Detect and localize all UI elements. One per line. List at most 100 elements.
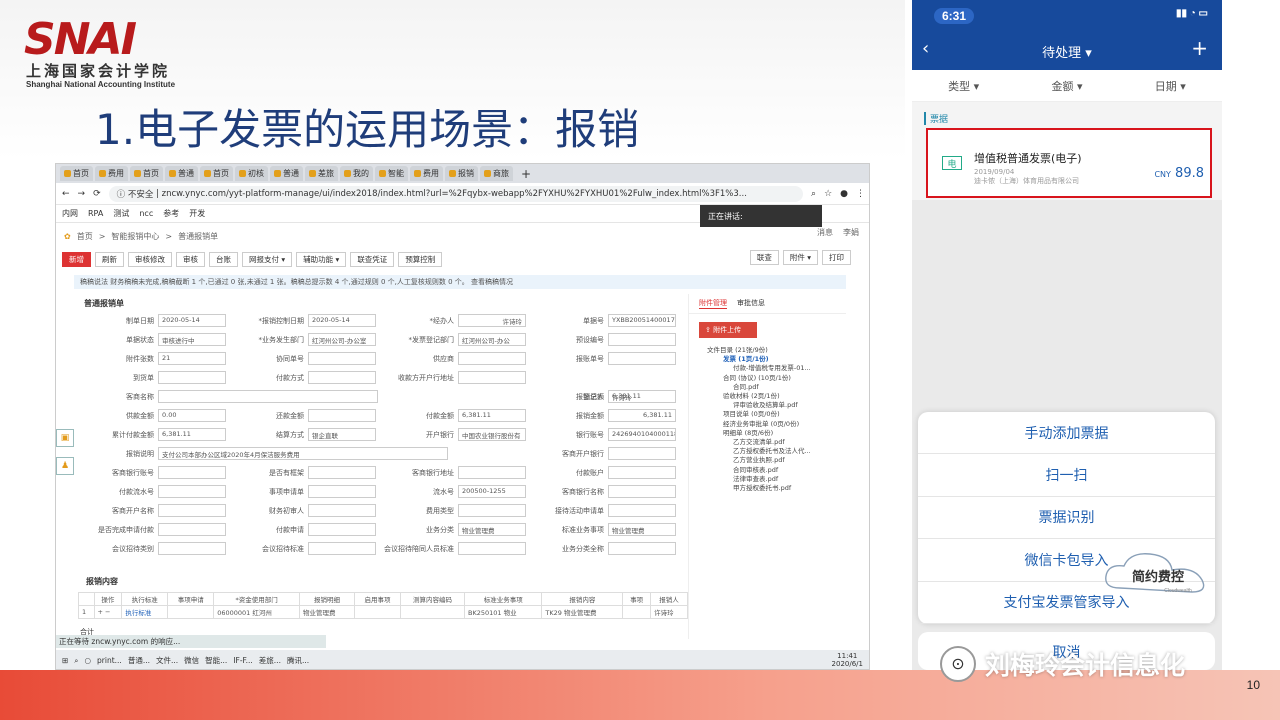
field-value[interactable]: 6,381.11 <box>458 409 526 422</box>
breadcrumb-item[interactable]: 智能报销中心 <box>111 231 159 242</box>
field-value[interactable]: 物业管理费 <box>608 523 676 536</box>
browser-tab[interactable]: 智能 <box>375 166 408 181</box>
new-tab-icon[interactable]: + <box>521 167 531 181</box>
invoice-card[interactable]: 电 增值税普通发票(电子) 2019/09/04 迪卡侬（上海）体育用品有限公司… <box>926 128 1212 198</box>
field-value[interactable]: 200500-1255 <box>458 485 526 498</box>
bookmark-item[interactable]: 开发 <box>189 208 205 219</box>
field-value[interactable]: 21 <box>158 352 226 365</box>
sheet-option[interactable]: 票据识别 <box>918 497 1215 540</box>
field-value[interactable] <box>308 504 376 517</box>
field-value[interactable]: 2020-05-14 <box>158 314 226 327</box>
field-value[interactable] <box>458 466 526 479</box>
field-value[interactable] <box>158 542 226 555</box>
browser-tab[interactable]: 普通 <box>165 166 198 181</box>
filter-item[interactable]: 金额 ▾ <box>1051 78 1082 94</box>
file-tree-item[interactable]: 甲方授权委托书.pdf <box>699 484 846 493</box>
browser-tab[interactable]: 初核 <box>235 166 268 181</box>
field-value[interactable] <box>158 390 378 403</box>
toolbar-button[interactable]: 网报支付 ▾ <box>242 251 293 267</box>
bookmark-item[interactable]: 测试 <box>113 208 129 219</box>
browser-tab[interactable]: 我的 <box>340 166 373 181</box>
field-value[interactable] <box>308 352 376 365</box>
field-value[interactable]: 6,381.11 <box>158 428 226 441</box>
browser-tab[interactable]: 首页 <box>130 166 163 181</box>
field-value[interactable]: 审核进行中 <box>158 333 226 346</box>
bookmark-item[interactable]: 内网 <box>62 208 78 219</box>
search-icon[interactable]: ⌕ <box>74 656 78 666</box>
task-view-icon[interactable]: ○ <box>85 656 92 665</box>
tab-attachments[interactable]: 附件管理 <box>699 298 727 309</box>
taskbar-item[interactable]: 微信 <box>184 655 199 666</box>
field-value[interactable]: 许诗玲 <box>458 314 526 327</box>
taskbar-item[interactable]: print... <box>97 656 122 665</box>
field-value[interactable] <box>308 466 376 479</box>
taskbar-item[interactable]: 差旅... <box>259 655 281 666</box>
file-tree-item[interactable]: 乙方交流清单.pdf <box>699 438 846 447</box>
field-value[interactable]: 6,381.11 <box>608 390 676 403</box>
user-name[interactable]: 李娟 <box>843 227 859 238</box>
field-value[interactable] <box>608 542 676 555</box>
browser-tab[interactable]: 商旅 <box>480 166 513 181</box>
sheet-option[interactable]: 手动添加票据 <box>918 412 1215 455</box>
browser-tab[interactable]: 差旅 <box>305 166 338 181</box>
star-icon[interactable]: ☆ <box>824 189 832 199</box>
file-tree-item[interactable]: 合同.pdf <box>699 383 846 392</box>
browser-tab[interactable]: 报销 <box>445 166 478 181</box>
field-value[interactable] <box>308 542 376 555</box>
invoice-icon[interactable]: ▣ <box>56 429 74 447</box>
field-value[interactable] <box>608 466 676 479</box>
file-tree-item[interactable]: 法律审查表.pdf <box>699 475 846 484</box>
toolbar-button[interactable]: 联查 <box>749 250 779 265</box>
bookmark-item[interactable]: RPA <box>88 209 103 218</box>
bookmark-item[interactable]: 参考 <box>163 208 179 219</box>
file-tree-item[interactable]: 合同 (协议) (10页/1份) <box>699 374 846 383</box>
field-value[interactable] <box>158 466 226 479</box>
browser-tab[interactable]: 首页 <box>60 166 93 181</box>
field-value[interactable]: 中国农业银行股份有 <box>458 428 526 441</box>
field-value[interactable] <box>158 523 226 536</box>
system-clock[interactable]: 11:41 2020/6/1 <box>832 652 863 668</box>
account-icon[interactable]: ● <box>840 189 848 199</box>
file-tree-item[interactable]: 文件目录 (21张/9份) <box>699 346 846 355</box>
file-tree-item[interactable]: 项目说单 (0页/0份) <box>699 410 846 419</box>
field-value[interactable]: 6,381.11 <box>608 409 676 422</box>
field-value[interactable] <box>458 542 526 555</box>
windows-start-icon[interactable]: ⊞ <box>62 656 68 665</box>
reload-icon[interactable]: ⟳ <box>93 189 101 199</box>
file-tree-item[interactable]: 经济业务审批单 (0页/0份) <box>699 420 846 429</box>
file-tree-item[interactable]: 验收材料 (2页/1份) <box>699 392 846 401</box>
browser-tab[interactable]: 费用 <box>95 166 128 181</box>
url-bar[interactable]: ⓘ 不安全 | zncw.ynyc.com/yyt-platform-manag… <box>108 185 804 202</box>
forward-icon[interactable]: → <box>78 189 86 199</box>
phone-title[interactable]: 待处理 ▾ <box>912 42 1222 61</box>
toolbar-button[interactable]: 辅助功能 ▾ <box>296 251 347 267</box>
taskbar-item[interactable]: 普通... <box>128 655 150 666</box>
breadcrumb-item[interactable]: 首页 <box>77 231 93 242</box>
field-value[interactable] <box>158 485 226 498</box>
field-value[interactable]: 2426940104000118 <box>608 428 676 441</box>
browser-tab[interactable]: 费用 <box>410 166 443 181</box>
field-value[interactable] <box>458 371 526 384</box>
user-icon[interactable]: ♟ <box>56 457 74 475</box>
browser-tab[interactable]: 首页 <box>200 166 233 181</box>
toolbar-button[interactable]: 预算控制 <box>398 251 443 267</box>
field-value[interactable] <box>308 409 376 422</box>
field-value[interactable]: 支付公司本部办公区域2020年4月保洁服务费用 <box>158 447 448 460</box>
taskbar-item[interactable]: 文件... <box>156 655 178 666</box>
field-value[interactable]: 物业管理费 <box>458 523 526 536</box>
toolbar-button[interactable]: 审核 <box>176 251 205 267</box>
upload-button[interactable]: ⇪ 附件上传 <box>699 322 757 338</box>
toolbar-button[interactable]: 台账 <box>209 251 238 267</box>
toolbar-button[interactable]: 联查凭证 <box>350 251 395 267</box>
field-value[interactable] <box>608 485 676 498</box>
field-value[interactable]: 2020-05-14 <box>308 314 376 327</box>
field-value[interactable]: 银企直联 <box>308 428 376 441</box>
file-tree-item[interactable]: 付款-增值税专用发票-01... <box>699 364 846 373</box>
toolbar-button[interactable]: 打印 <box>822 250 851 265</box>
taskbar-item[interactable]: 腾讯... <box>287 655 309 666</box>
filter-item[interactable]: 类型 ▾ <box>948 78 979 94</box>
field-value[interactable] <box>608 352 676 365</box>
bookmark-item[interactable]: ncc <box>139 209 153 218</box>
field-value[interactable] <box>458 504 526 517</box>
table-cell[interactable]: 执行标准 <box>121 605 169 619</box>
